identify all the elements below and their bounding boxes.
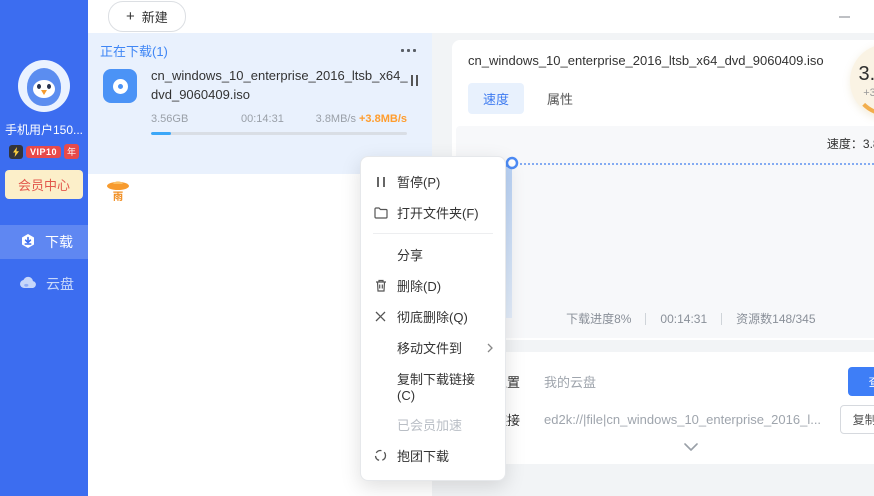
sidebar: 手机用户150... VIP10 年 会员中心 下载 云盘 (0, 0, 88, 496)
progress-bar (151, 131, 407, 135)
pause-icon (373, 176, 388, 188)
tab-speed[interactable]: 速度 (468, 83, 525, 114)
vip-year-badge: 年 (64, 144, 80, 159)
view-button[interactable]: 查看 (847, 366, 874, 396)
task-size: 3.56GB (151, 112, 189, 125)
vip-level-badge: VIP10 (25, 145, 61, 158)
ufo-promo-icon[interactable]: 雨 (103, 177, 133, 203)
info-card: 云盘位置 我的云盘 查看 下载链接 ed2k://|file|cn_window… (452, 352, 874, 464)
stat-time: 00:14:31 (660, 311, 708, 326)
menu-item-copy-link[interactable]: 复制下载链接(C) (361, 363, 505, 409)
context-menu: 暂停(P) 打开文件夹(F) 分享 删除(D) 彻底删除(Q) 移动文件到 复制… (360, 156, 506, 481)
speed-value: 3.8 (858, 63, 874, 85)
menu-item-member-accelerated: 已会员加速 (397, 418, 463, 433)
tab-properties[interactable]: 属性 (532, 83, 588, 114)
download-task-row[interactable]: cn_windows_10_enterprise_2016_ltsb_x64_d… (88, 64, 432, 135)
sidebar-nav: 下载 云盘 (0, 225, 88, 309)
avatar[interactable] (18, 60, 70, 112)
group-download-icon (373, 449, 388, 462)
chart-current-speed: 速度：3.84MB/s (826, 137, 874, 151)
detail-filename: cn_windows_10_enterprise_2016_ltsb_x64_d… (468, 53, 824, 68)
menu-separator (373, 233, 493, 234)
download-icon (20, 233, 36, 252)
menu-item-move-to[interactable]: 移动文件到 (361, 332, 505, 363)
folder-icon (373, 206, 388, 219)
task-meta: 3.56GB 00:14:31 3.8MB/s +3.8MB/s (151, 113, 407, 125)
copy-link-button[interactable]: 复制链接 (839, 404, 874, 434)
cloud-location-value: 我的云盘 (544, 374, 597, 390)
sidebar-item-label: 云盘 (46, 276, 74, 292)
download-link-value: ed2k://|file|cn_windows_10_enterprise_20… (544, 411, 822, 427)
x-icon (373, 311, 388, 322)
menu-item-share[interactable]: 分享 (361, 239, 505, 270)
detail-tabs: 速度 属性 (468, 83, 874, 114)
menu-item-pause[interactable]: 暂停(P) (361, 166, 505, 197)
menu-item-group-download[interactable]: 抱团下载 (361, 440, 505, 471)
menu-item-open-folder[interactable]: 打开文件夹(F) (361, 197, 505, 228)
menu-item-delete[interactable]: 删除(D) (361, 270, 505, 301)
speed-dotted-line (520, 163, 874, 165)
download-link-row: 下载链接 ed2k://|file|cn_windows_10_enterpri… (468, 404, 874, 434)
list-header: 正在下载(1) (88, 33, 432, 64)
lightning-icon (8, 144, 23, 159)
topbar: + 新建 (88, 0, 874, 33)
vip-badges: VIP10 年 (8, 144, 80, 159)
window-controls (838, 10, 874, 24)
menu-item-delete-completely[interactable]: 彻底删除(Q) (361, 301, 505, 332)
app-window: 手机用户150... VIP10 年 会员中心 下载 云盘 + 新建 正在下载(… (0, 0, 874, 496)
speed-chart: 速度：3.84MB/s (456, 126, 874, 338)
submenu-chevron-icon (487, 343, 493, 353)
task-boost-speed: +3.8MB/s (359, 112, 407, 125)
task-eta: 00:14:31 (241, 112, 284, 125)
stat-resources: 资源数148/345 (736, 312, 816, 326)
section-title: 正在下载(1) (100, 44, 168, 59)
speed-boost: +3.8MB/s (863, 87, 874, 99)
pause-task-button[interactable] (411, 75, 418, 135)
trash-icon (373, 279, 388, 292)
member-center-button[interactable]: 会员中心 (4, 170, 83, 199)
chart-stats: 下载进度8% 00:14:31 资源数148/345 (456, 310, 874, 327)
sidebar-item-cloud[interactable]: 云盘 (0, 267, 88, 301)
minimize-button[interactable] (838, 10, 852, 24)
plus-icon: + (126, 8, 135, 25)
speed-card: cn_windows_10_enterprise_2016_ltsb_x64_d… (452, 40, 874, 340)
stat-progress: 下载进度8% (566, 312, 632, 326)
main-area: + 新建 正在下载(1) cn_windows_10_enterprise_20… (88, 0, 874, 496)
sidebar-item-label: 下载 (45, 234, 73, 250)
task-filename: cn_windows_10_enterprise_2016_ltsb_x64_d… (151, 68, 408, 102)
iso-file-icon (103, 69, 137, 103)
progress-fill (151, 131, 172, 135)
new-task-button[interactable]: + 新建 (108, 1, 186, 32)
cloud-location-row: 云盘位置 我的云盘 查看 (468, 366, 874, 396)
cloud-icon (20, 276, 37, 292)
sidebar-item-download[interactable]: 下载 (0, 225, 88, 259)
username: 手机用户150... (4, 123, 84, 137)
more-options-icon[interactable] (399, 45, 418, 56)
new-task-label: 新建 (141, 10, 168, 25)
expand-chevron-icon[interactable] (468, 443, 874, 451)
active-download-block: 正在下载(1) cn_windows_10_enterprise_2016_lt… (88, 33, 432, 203)
task-speed: 3.8MB/s (315, 112, 356, 125)
